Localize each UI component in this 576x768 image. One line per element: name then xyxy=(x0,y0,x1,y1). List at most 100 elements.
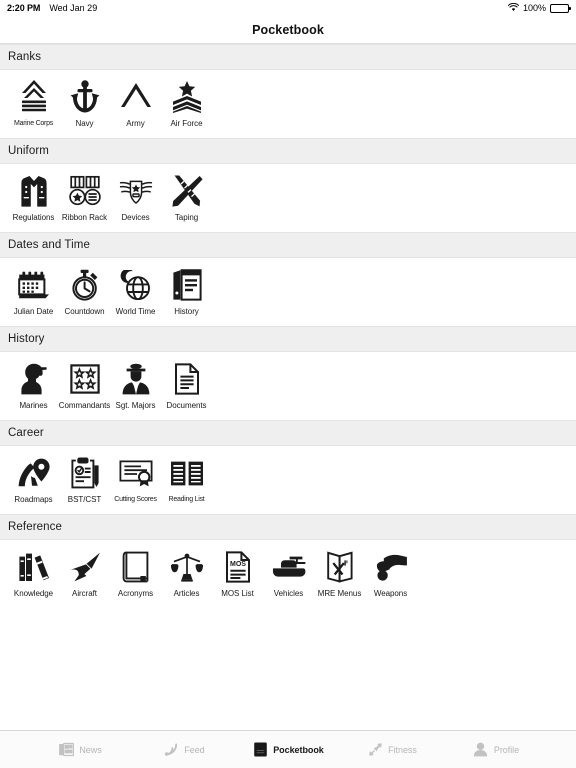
grid-item-articles[interactable]: Articles xyxy=(161,550,212,599)
tab-label: Profile xyxy=(493,744,520,755)
status-bar: 2:20 PM Wed Jan 29 100% xyxy=(0,0,576,16)
grid-item-label: Julian Date xyxy=(13,307,54,316)
grid-item-marines[interactable]: Marines xyxy=(8,362,59,411)
grid-item-label: Knowledge xyxy=(13,589,54,598)
soldier-silhouette-icon xyxy=(17,362,51,396)
grid-item-label: Acronyms xyxy=(117,589,154,598)
grid-item-aircraft[interactable]: Aircraft xyxy=(59,550,110,599)
section-title: Dates and Time xyxy=(8,239,90,251)
grid-item-reading-list[interactable]: Reading List xyxy=(161,456,212,505)
calendar-icon xyxy=(17,268,51,302)
jet-icon xyxy=(68,550,102,584)
tab-label: Pocketbook xyxy=(273,744,324,755)
grid-item-weapons[interactable]: Weapons xyxy=(365,550,416,599)
svg-text:MOS: MOS xyxy=(230,561,246,568)
nav-bar: Pocketbook xyxy=(0,16,576,44)
closed-book-icon xyxy=(119,550,153,584)
tab-feed[interactable]: Feed xyxy=(132,742,236,758)
section-title: Ranks xyxy=(8,51,42,63)
grid-item-sgt-majors[interactable]: Sgt. Majors xyxy=(110,362,161,411)
section-grid: Knowledge Aircraft Acronyms Articles MOS… xyxy=(0,540,576,608)
content-scroll-area[interactable]: Ranks Marine Corps Navy Army Air Force Uni… xyxy=(0,44,576,730)
certificate-icon xyxy=(119,456,153,490)
globe-moon-icon xyxy=(119,268,153,302)
books-shelf-icon xyxy=(170,268,204,302)
tab-bar: News Feed Pocketbook Fitness Profile xyxy=(0,730,576,768)
winged-badge-icon xyxy=(119,174,153,208)
tank-icon xyxy=(272,550,306,584)
cannon-icon xyxy=(374,550,408,584)
grid-item-label: Ribbon Rack xyxy=(61,213,108,222)
grid-item-label: Documents xyxy=(166,401,207,410)
section-title: Uniform xyxy=(8,145,49,157)
section-grid: Regulations Ribbon Rack Devices Taping xyxy=(0,164,576,232)
grid-item-label: Articles xyxy=(173,589,200,598)
grid-item-julian-date[interactable]: Julian Date xyxy=(8,268,59,317)
grid-item-knowledge[interactable]: Knowledge xyxy=(8,550,59,599)
person-icon xyxy=(473,742,489,758)
grid-item-label: Air Force xyxy=(170,119,203,128)
document-icon xyxy=(170,362,204,396)
grid-item-countdown[interactable]: Countdown xyxy=(59,268,110,317)
grid-item-label: Vehicles xyxy=(273,589,304,598)
grid-item-history[interactable]: History xyxy=(161,268,212,317)
uniform-jacket-icon xyxy=(17,174,51,208)
section-grid: Marine Corps Navy Army Air Force xyxy=(0,70,576,138)
grid-item-taping[interactable]: Taping xyxy=(161,174,212,223)
section-title: History xyxy=(8,333,45,345)
status-bar-left: 2:20 PM Wed Jan 29 xyxy=(7,3,97,13)
clipboard-pencil-icon xyxy=(68,456,102,490)
grid-item-label: History xyxy=(174,307,199,316)
grid-item-bst-cst[interactable]: BST/CST xyxy=(59,456,110,505)
grid-item-label: Navy xyxy=(75,119,94,128)
grid-item-world-time[interactable]: World Time xyxy=(110,268,161,317)
status-date: Wed Jan 29 xyxy=(49,3,98,13)
rss-icon xyxy=(163,742,179,758)
grid-item-label: World Time xyxy=(115,307,156,316)
wifi-icon xyxy=(507,2,519,14)
grid-item-label: Roadmaps xyxy=(14,495,53,504)
tab-label: Fitness xyxy=(388,744,417,755)
grid-item-ribbon-rack[interactable]: Ribbon Rack xyxy=(59,174,110,223)
grid-item-regulations[interactable]: Regulations xyxy=(8,174,59,223)
tab-news[interactable]: News xyxy=(28,742,132,758)
officer-portrait-icon xyxy=(119,362,153,396)
section-grid: Marines Commandants Sgt. Majors Document… xyxy=(0,352,576,420)
grid-item-label: Commandants xyxy=(58,401,111,410)
grid-item-label: MRE Menus xyxy=(317,589,362,598)
grid-item-label: BST/CST xyxy=(67,495,102,504)
anchor-icon xyxy=(68,80,102,114)
section-header: Reference xyxy=(0,514,576,540)
grid-item-air-force[interactable]: Air Force xyxy=(161,80,212,129)
section-header: Dates and Time xyxy=(0,232,576,258)
grid-item-marine-corps[interactable]: Marine Corps xyxy=(8,80,59,129)
tab-fitness[interactable]: Fitness xyxy=(340,742,444,758)
section-grid: Roadmaps BST/CST Cutting Scores Reading … xyxy=(0,446,576,514)
grid-item-label: Sgt. Majors xyxy=(115,401,156,410)
grid-item-navy[interactable]: Navy xyxy=(59,80,110,129)
books-stack-icon xyxy=(17,550,51,584)
grid-item-acronyms[interactable]: Acronyms xyxy=(110,550,161,599)
tab-profile[interactable]: Profile xyxy=(444,742,548,758)
road-pin-icon xyxy=(17,456,51,490)
book-icon xyxy=(252,742,268,758)
grid-item-label: Taping xyxy=(174,213,199,222)
status-bar-right: 100% xyxy=(507,2,571,14)
grid-item-mre-menus[interactable]: MRE Menus xyxy=(314,550,365,599)
battery-percent: 100% xyxy=(522,3,546,13)
grid-item-commandants[interactable]: Commandants xyxy=(59,362,110,411)
mos-document-icon: MOS xyxy=(221,550,255,584)
grid-item-mos-list[interactable]: MOS MOS List xyxy=(212,550,263,599)
grid-item-devices[interactable]: Devices xyxy=(110,174,161,223)
grid-item-documents[interactable]: Documents xyxy=(161,362,212,411)
grid-item-vehicles[interactable]: Vehicles xyxy=(263,550,314,599)
section-header: Career xyxy=(0,420,576,446)
grid-item-roadmaps[interactable]: Roadmaps xyxy=(8,456,59,505)
grid-item-label: MOS List xyxy=(221,589,254,598)
four-stars-icon xyxy=(68,362,102,396)
grid-item-army[interactable]: Army xyxy=(110,80,161,129)
battery-full-icon xyxy=(550,3,571,13)
tab-pocketbook[interactable]: Pocketbook xyxy=(236,742,340,758)
page-title: Pocketbook xyxy=(252,22,324,37)
grid-item-cutting-scores[interactable]: Cutting Scores xyxy=(110,456,161,505)
